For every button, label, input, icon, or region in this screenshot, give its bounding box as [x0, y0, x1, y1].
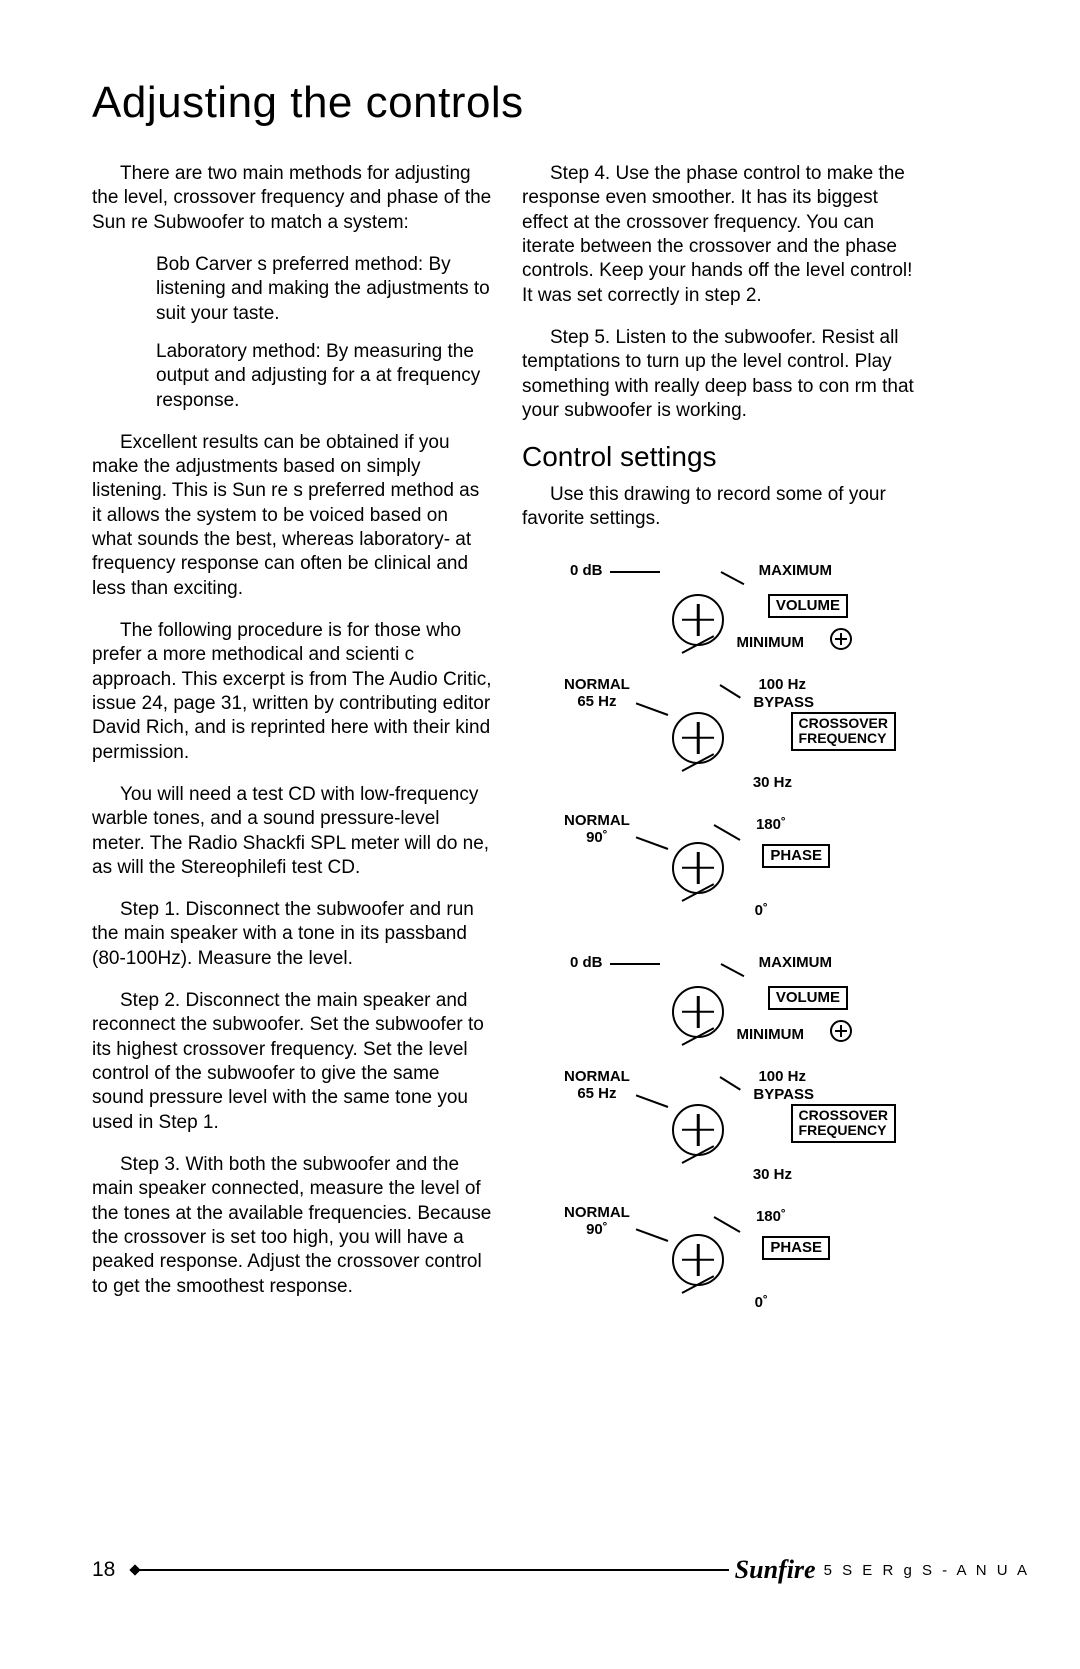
label-normal90: NORMAL90˚ — [564, 812, 630, 846]
knob-icon — [672, 986, 724, 1038]
volume-dial: 0 dB MAXIMUM VOLUME MINIMUM — [522, 948, 922, 1068]
step-paragraph: Step 4. Use the phase control to make th… — [522, 162, 922, 308]
knob-icon — [672, 1104, 724, 1156]
method-list: Bob Carver s preferred method: By listen… — [156, 253, 492, 413]
label-30hz: 30 Hz — [753, 774, 792, 791]
step-paragraph: Step 2. Disconnect the main speaker and … — [92, 989, 492, 1135]
label-min: MINIMUM — [737, 634, 805, 651]
label-max: MAXIMUM — [759, 954, 832, 971]
left-column: There are two main methods for adjust­in… — [92, 162, 492, 1340]
crossover-dial: NORMAL65 Hz 100 Hz BYPASS CROSSOVERFREQU… — [522, 1068, 922, 1204]
label-180: 180˚ — [756, 1208, 786, 1225]
label-0deg: 0˚ — [755, 1294, 768, 1311]
brand-logo: Sunfire — [735, 1555, 816, 1585]
method-item: Laboratory method: By measuring the outp… — [156, 340, 492, 413]
label-normal90: NORMAL90˚ — [564, 1204, 630, 1238]
dial-set-2: 0 dB MAXIMUM VOLUME MINIMUM NORMAL65 Hz … — [522, 948, 922, 1332]
label-normal: NORMAL65 Hz — [564, 676, 630, 710]
label-0db: 0 dB — [570, 954, 603, 971]
phase-dial: NORMAL90˚ 180˚ PHASE 0˚ — [522, 812, 922, 940]
step-paragraph: Step 1. Disconnect the subwoofer and run… — [92, 898, 492, 971]
paragraph: Excellent results can be obtained if you… — [92, 431, 492, 601]
label-bypass: BYPASS — [753, 694, 814, 711]
step-paragraph: Step 5. Listen to the subwoofer. Resist … — [522, 326, 922, 423]
label-0db: 0 dB — [570, 562, 603, 579]
box-crossover: CROSSOVERFREQUENCY — [791, 1104, 896, 1143]
label-100hz: 100 Hz — [758, 1068, 806, 1085]
volume-dial: 0 dB MAXIMUM VOLUME MINIMUM — [522, 556, 922, 676]
page-footer: 18 Sunfire 5 S E R g S - A N U A — [92, 1555, 1030, 1585]
knob-icon — [672, 1234, 724, 1286]
screw-icon — [830, 628, 852, 650]
box-crossover: CROSSOVERFREQUENCY — [791, 712, 896, 751]
label-max: MAXIMUM — [759, 562, 832, 579]
label-bypass: BYPASS — [753, 1086, 814, 1103]
crossover-dial: NORMAL65 Hz 100 Hz BYPASS CROSSOVERFREQU… — [522, 676, 922, 812]
dial-set-1: 0 dB MAXIMUM VOLUME MINIMUM NORMAL65 Hz … — [522, 556, 922, 940]
label-30hz: 30 Hz — [753, 1166, 792, 1183]
content-columns: There are two main methods for adjust­in… — [92, 162, 1008, 1340]
knob-icon — [672, 842, 724, 894]
box-phase: PHASE — [762, 1236, 830, 1261]
phase-dial: NORMAL90˚ 180˚ PHASE 0˚ — [522, 1204, 922, 1332]
page-number: 18 — [92, 1558, 115, 1582]
label-normal: NORMAL65 Hz — [564, 1068, 630, 1102]
right-column: Step 4. Use the phase control to make th… — [522, 162, 922, 1340]
screw-icon — [830, 1020, 852, 1042]
label-0deg: 0˚ — [755, 902, 768, 919]
box-volume: VOLUME — [768, 594, 848, 619]
label-180: 180˚ — [756, 816, 786, 833]
label-100hz: 100 Hz — [758, 676, 806, 693]
knob-icon — [672, 712, 724, 764]
label-min: MINIMUM — [737, 1026, 805, 1043]
step-paragraph: Step 3. With both the subwoofer and the … — [92, 1153, 492, 1299]
intro-paragraph: There are two main methods for adjust­in… — [92, 162, 492, 235]
method-item: Bob Carver s preferred method: By listen… — [156, 253, 492, 326]
section-heading: Control settings — [522, 441, 922, 473]
paragraph: The following procedure is for those who… — [92, 619, 492, 765]
box-volume: VOLUME — [768, 986, 848, 1011]
dial-diagram: 0 dB MAXIMUM VOLUME MINIMUM NORMAL65 Hz … — [522, 556, 922, 1332]
knob-icon — [672, 594, 724, 646]
paragraph: You will need a test CD with low-fre­que… — [92, 783, 492, 880]
box-phase: PHASE — [762, 844, 830, 869]
footer-rule — [131, 1569, 728, 1571]
section-caption: Use this drawing to record some of your … — [522, 483, 922, 532]
page-title: Adjusting the controls — [92, 78, 1008, 128]
footer-text: 5 S E R g S - A N U A — [824, 1562, 1030, 1579]
